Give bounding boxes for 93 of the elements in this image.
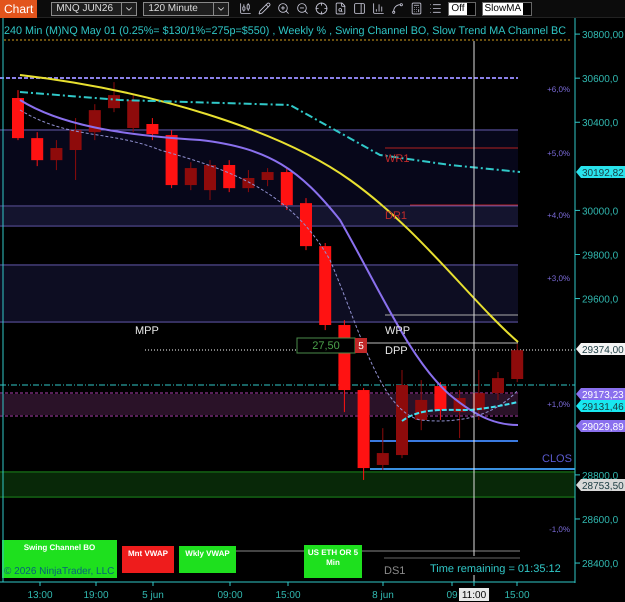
tick-mark xyxy=(516,582,518,586)
time-remaining: Time remaining = 01:35:12 xyxy=(430,563,561,575)
toggle-button[interactable]: Off xyxy=(448,2,476,16)
price-tick: 28400,0 xyxy=(582,559,618,570)
level-line xyxy=(236,550,304,552)
candle xyxy=(415,380,428,431)
percent-label: +1,0% xyxy=(547,400,570,409)
level-label: DPP xyxy=(385,345,408,357)
price-tag: 29029,89 xyxy=(576,420,625,433)
interval-select[interactable]: 120 Minute xyxy=(143,2,230,16)
price-tick: 29600,0 xyxy=(582,294,618,306)
instrument-select[interactable]: MNQ JUN26 xyxy=(51,2,138,16)
time-label: 13:00 xyxy=(27,590,53,601)
zoom-in-icon[interactable] xyxy=(277,2,290,15)
candle xyxy=(12,90,24,141)
percent-label: +5,0% xyxy=(547,149,570,158)
time-label: 11:00 xyxy=(459,588,489,601)
time-label: 15:00 xyxy=(504,590,530,601)
candle xyxy=(280,168,293,210)
candlestick-icon[interactable] xyxy=(239,2,252,15)
tick-mark xyxy=(574,122,580,123)
price-tick: 30800,00 xyxy=(582,30,624,42)
price-tag: 29374,00 xyxy=(576,343,625,356)
candle xyxy=(50,140,62,171)
price-tag: 29131,46 xyxy=(576,400,625,413)
time-label: 09:00 xyxy=(217,590,243,601)
tick-mark xyxy=(152,582,154,586)
candle xyxy=(262,168,274,187)
percent-label: +6,0% xyxy=(547,85,570,94)
candle xyxy=(223,160,236,193)
panel-icon[interactable] xyxy=(353,2,366,15)
pencil-icon[interactable] xyxy=(258,2,272,15)
tick-mark xyxy=(574,474,580,476)
tick-mark xyxy=(574,562,580,564)
price-tag: 28753,50 xyxy=(576,479,625,492)
copyright-text: © 2026 NinjaTrader, LLC xyxy=(4,566,114,577)
candle xyxy=(472,369,485,420)
percent-label: -1,0% xyxy=(549,525,570,534)
price-tag: 30192,82 xyxy=(576,166,625,179)
price-tag: 29173,23 xyxy=(576,388,625,401)
line-chart-icon[interactable] xyxy=(391,2,404,15)
time-label: 8 jun xyxy=(372,590,394,601)
chart-tab[interactable]: Chart xyxy=(0,0,38,18)
tick-mark xyxy=(574,298,580,300)
candle xyxy=(70,118,82,180)
candle xyxy=(511,343,524,383)
indicator-box: US ETH OR 5 Min xyxy=(304,545,362,578)
level-label: DS1 xyxy=(384,565,406,577)
candle xyxy=(184,162,197,191)
candle xyxy=(242,170,254,193)
calculator-icon[interactable] xyxy=(410,2,424,15)
document-search-icon[interactable] xyxy=(334,2,348,15)
candle xyxy=(204,160,216,201)
time-label: 15:00 xyxy=(275,590,301,601)
bar-chart-icon[interactable] xyxy=(372,2,386,15)
candle xyxy=(88,104,101,141)
tick-mark xyxy=(382,582,384,586)
time-label: 5 jun xyxy=(142,590,164,601)
level-label: MPP xyxy=(135,325,159,337)
indicator-box: Mnt VWAP xyxy=(122,546,174,573)
candle xyxy=(31,132,44,167)
toggle-button[interactable]: SlowMA xyxy=(482,2,532,16)
price-tick: 29800,0 xyxy=(582,250,618,262)
price-tick: 30600,0 xyxy=(582,74,618,86)
price-tick: 28800,0 xyxy=(582,470,618,482)
tick-mark xyxy=(574,34,580,35)
candle xyxy=(454,390,466,439)
crosshair-icon[interactable] xyxy=(315,2,328,15)
tick-mark xyxy=(574,78,580,79)
percent-label: +3,0% xyxy=(547,274,570,283)
candle xyxy=(146,118,158,141)
tick-mark xyxy=(574,210,580,211)
indicator-box: Wkly VWAP xyxy=(179,546,236,573)
price-tick: 28600,0 xyxy=(582,514,618,526)
candle xyxy=(127,94,140,133)
tick-mark xyxy=(574,518,580,520)
candle xyxy=(376,428,389,471)
price-tick: 30400,0 xyxy=(582,118,618,130)
candle xyxy=(300,198,312,251)
order-count: 5 xyxy=(355,338,367,353)
time-label: 09 xyxy=(446,590,458,601)
candle xyxy=(108,82,120,113)
order-marker: 27,50 xyxy=(296,338,356,354)
candle xyxy=(492,371,504,400)
level-label: CLOS xyxy=(542,453,572,465)
chart-title: 240 Min (M)NQ May 01 (0.25%= $130/1%=275p=$550) , Weekly % , Swing Channel BO, Slow Trend MA Channel BC xyxy=(4,25,578,37)
time-label: 19:00 xyxy=(83,590,109,601)
candle xyxy=(166,130,178,189)
tick-mark xyxy=(574,254,580,255)
candle xyxy=(434,382,446,420)
zoom-out-icon[interactable] xyxy=(296,2,310,15)
percent-label: +4,0% xyxy=(547,211,570,220)
price-tick: 30000,0 xyxy=(582,206,618,218)
